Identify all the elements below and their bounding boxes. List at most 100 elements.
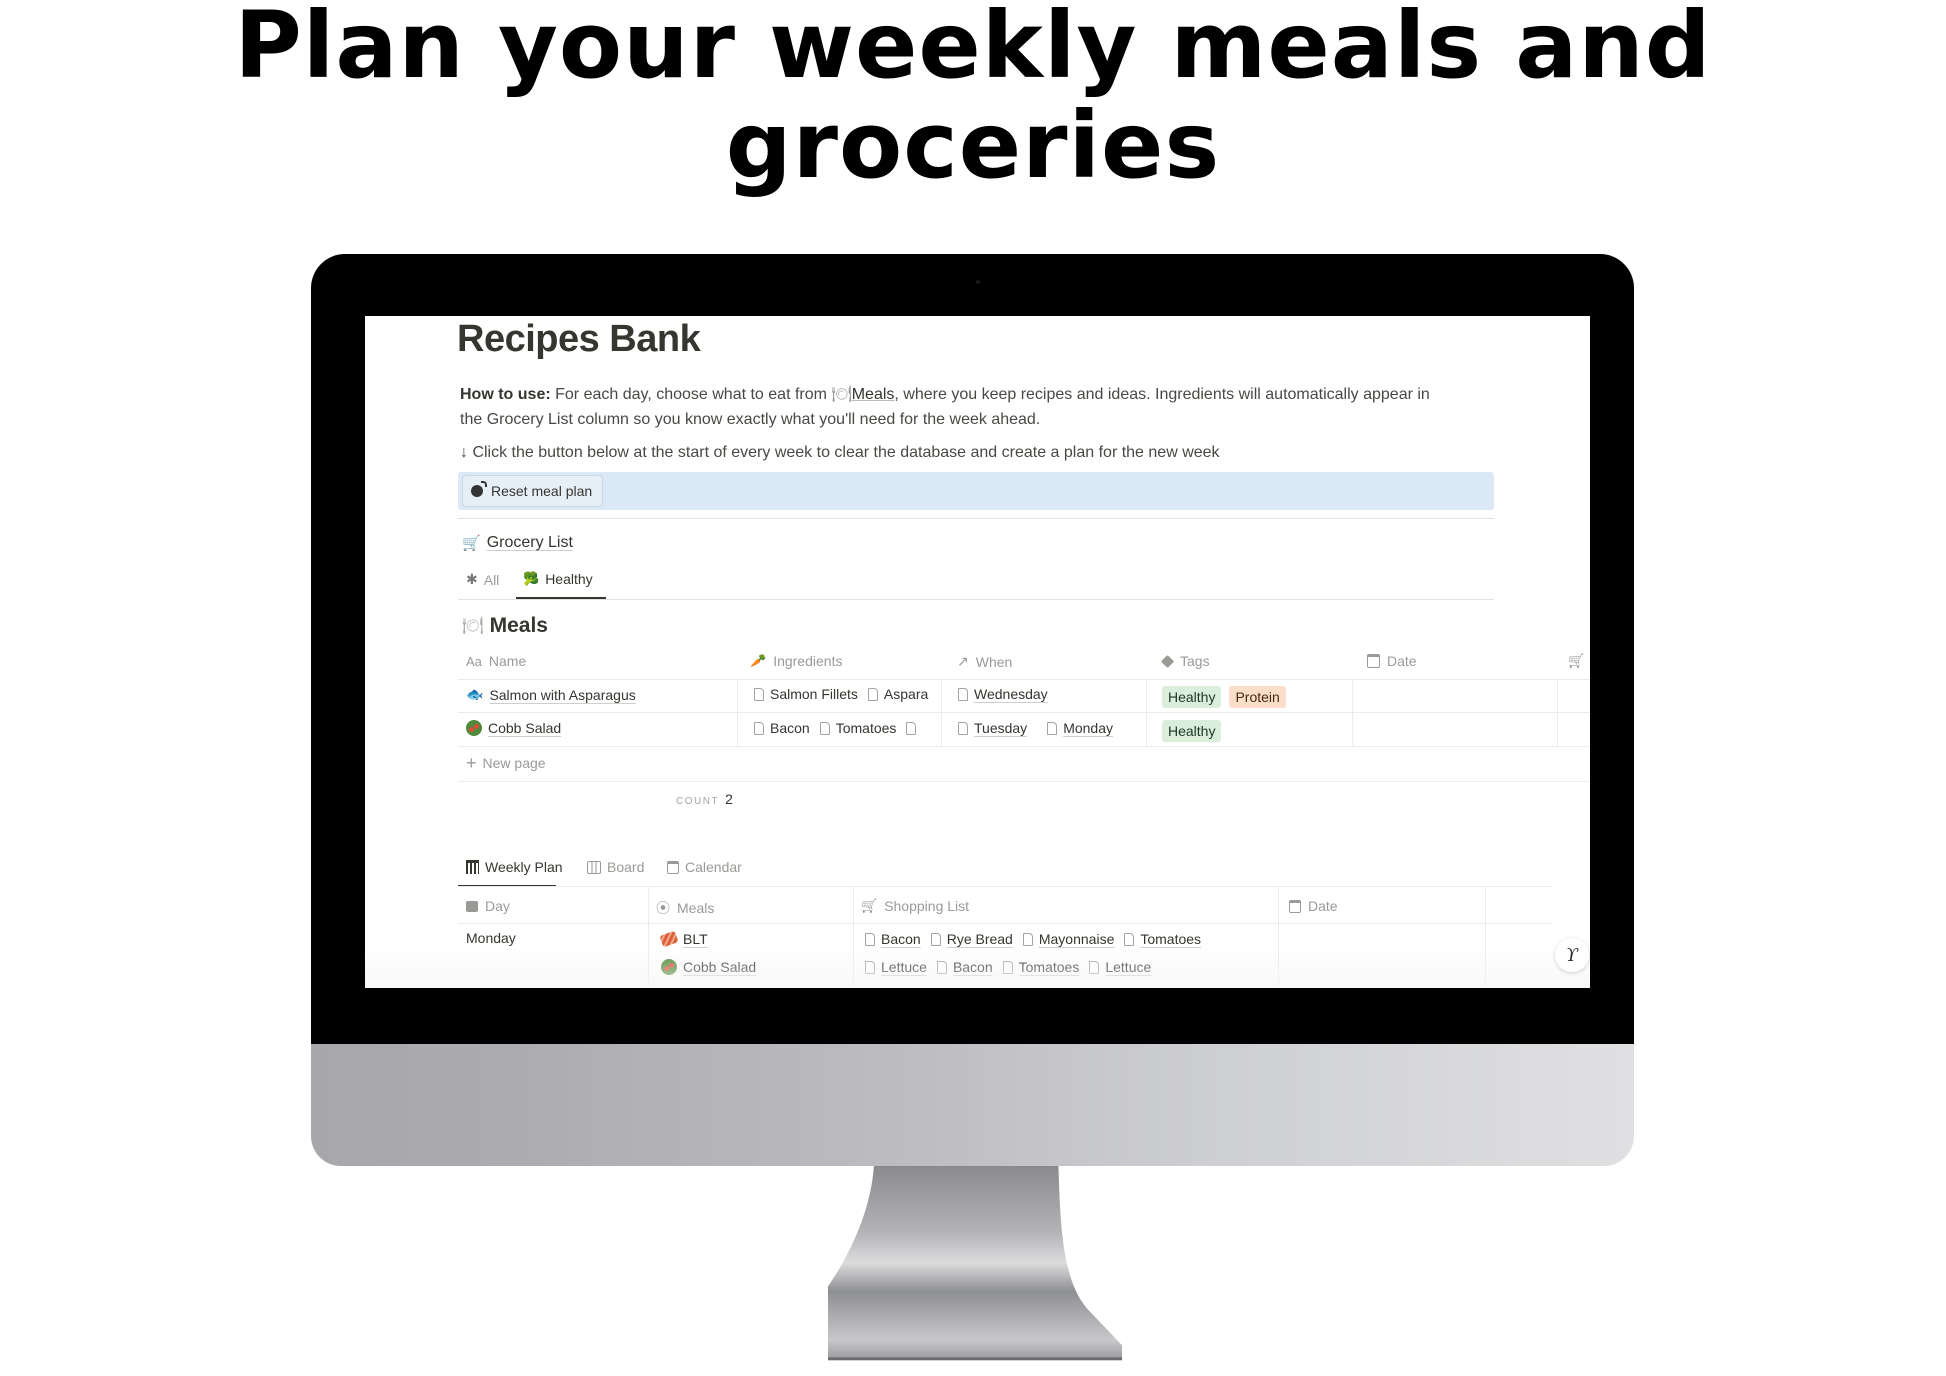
column-header-ingredients-label: Ingredients	[773, 653, 843, 669]
ingredient-link[interactable]: Tomatoes	[836, 720, 897, 736]
row-divider	[458, 923, 1552, 924]
divider	[458, 886, 1552, 887]
column-header-date-label: Date	[1387, 653, 1417, 669]
column-header-meals[interactable]: ⦿ Meals	[656, 898, 714, 918]
view-tab-label: Board	[607, 859, 645, 875]
when-cell[interactable]: Wednesday	[958, 686, 1048, 702]
ingredients-cell[interactable]: Salmon Fillets Aspara	[754, 686, 939, 702]
plus-icon: +	[466, 753, 477, 773]
tab-all[interactable]: ✱ All	[466, 571, 499, 588]
cart-icon: 🛒	[462, 535, 481, 552]
when-link[interactable]: Wednesday	[974, 686, 1048, 702]
meals-link[interactable]: Meals	[852, 386, 895, 403]
text-type-icon: Aa	[466, 653, 482, 669]
reset-meal-plan-button[interactable]: Reset meal plan	[462, 475, 604, 507]
ingredient-link[interactable]: Salmon Fillets	[770, 686, 858, 702]
table-row-name[interactable]: Cobb Salad	[466, 720, 561, 736]
page-icon	[865, 932, 875, 946]
column-header-cart[interactable]: 🛒	[1568, 653, 1584, 669]
tag-protein: Protein	[1229, 686, 1286, 708]
column-header-weekly-date[interactable]: Date	[1289, 898, 1338, 914]
when-cell[interactable]: Tuesday Monday	[958, 720, 1113, 736]
page-icon	[819, 721, 830, 735]
grocery-list-link[interactable]: 🛒 Grocery List	[462, 534, 573, 552]
row-divider	[458, 679, 1590, 680]
bomb-icon	[471, 481, 487, 497]
column-header-ingredients[interactable]: 🥕 Ingredients	[750, 653, 842, 669]
shopping-item-link[interactable]: Lettuce	[1105, 959, 1151, 975]
page-icon	[865, 960, 875, 974]
column-divider	[1352, 679, 1353, 746]
ingredient-link[interactable]: Aspara	[884, 686, 928, 702]
column-header-day[interactable]: Day	[466, 898, 510, 914]
relation-arrow-icon: ↗	[957, 653, 969, 669]
carrot-icon: 🥕	[750, 653, 767, 668]
page-icon	[754, 721, 764, 735]
column-header-name[interactable]: Aa Name	[466, 653, 526, 669]
meals-db-title[interactable]: 🍽 Meals	[462, 614, 548, 638]
grocery-list-label: Grocery List	[486, 534, 573, 551]
shopping-item-link[interactable]: Mayonnaise	[1039, 931, 1115, 947]
row-divider	[458, 712, 1590, 713]
meal-link[interactable]: Cobb Salad	[661, 959, 756, 975]
screen: Recipes Bank How to use: For each day, c…	[365, 316, 1590, 988]
how-to-use-text-2: , where you keep recipes and ideas. Ingr…	[894, 386, 1430, 403]
shopping-list-line[interactable]: Bacon Rye Bread Mayonnaise Tomatoes	[865, 931, 1201, 947]
count-summary[interactable]: COUNT 2	[676, 791, 733, 807]
ingredients-cell[interactable]: Bacon Tomatoes	[754, 720, 939, 736]
page-icon	[1022, 932, 1033, 946]
board-icon	[587, 860, 601, 874]
column-header-shopping-list[interactable]: 🛒 Shopping List	[861, 898, 969, 914]
new-page-button[interactable]: + New page	[466, 753, 546, 773]
column-divider	[648, 887, 649, 988]
meal-link[interactable]: BLT	[659, 930, 708, 948]
shopping-item-link[interactable]: Bacon	[953, 959, 993, 975]
cart-icon: 🛒	[861, 898, 878, 913]
view-tab-weekly-plan[interactable]: Weekly Plan	[466, 859, 563, 875]
column-header-when[interactable]: ↗ When	[957, 653, 1012, 670]
when-link[interactable]: Monday	[1063, 720, 1113, 736]
view-tab-calendar[interactable]: Calendar	[667, 859, 742, 875]
page-title: Recipes Bank	[457, 318, 701, 360]
day-cell[interactable]: Monday	[466, 930, 516, 946]
tags-cell[interactable]: Healthy Protein	[1162, 686, 1286, 708]
row-divider	[458, 781, 1590, 782]
calendar-icon	[667, 860, 679, 874]
cart-icon: 🛒	[1568, 653, 1585, 668]
when-link[interactable]: Tuesday	[974, 720, 1027, 736]
shopping-item-link[interactable]: Rye Bread	[947, 931, 1013, 947]
bacon-icon	[659, 930, 679, 948]
table-row-name[interactable]: 🐟 Salmon with Asparagus	[466, 686, 636, 703]
page-icon	[930, 932, 941, 946]
new-page-label: New page	[482, 755, 546, 771]
calendar-icon	[1367, 654, 1380, 668]
column-header-date[interactable]: Date	[1367, 653, 1417, 669]
help-button[interactable]: ϒ	[1555, 938, 1589, 972]
ingredient-link[interactable]: Bacon	[770, 720, 810, 736]
how-to-use-paragraph: How to use: For each day, choose what to…	[460, 384, 1430, 406]
calendar-page-icon	[466, 900, 478, 912]
count-value: 2	[725, 791, 733, 807]
tab-healthy[interactable]: 🥦 Healthy	[523, 571, 593, 587]
column-header-tags[interactable]: Tags	[1160, 653, 1210, 669]
asterisk-icon: ✱	[466, 571, 478, 587]
page-icon	[754, 687, 764, 701]
page-icon	[958, 721, 968, 735]
column-divider	[1485, 887, 1486, 988]
view-tab-label: Weekly Plan	[485, 859, 563, 875]
page-icon	[1047, 721, 1058, 735]
tag-icon	[1160, 654, 1175, 668]
shopping-item-link[interactable]: Lettuce	[881, 959, 927, 975]
shopping-item-link[interactable]: Tomatoes	[1019, 959, 1080, 975]
calendar-grid-icon	[466, 860, 479, 874]
view-tab-board[interactable]: Board	[587, 859, 644, 875]
tags-cell[interactable]: Healthy	[1162, 720, 1222, 742]
column-divider	[1557, 679, 1558, 746]
shopping-item-link[interactable]: Tomatoes	[1140, 931, 1201, 947]
row-name-label: Cobb Salad	[488, 720, 562, 736]
row-divider	[458, 746, 1590, 747]
shopping-item-link[interactable]: Bacon	[881, 931, 921, 947]
help-face-icon: ϒ	[1565, 944, 1579, 966]
shopping-list-line[interactable]: Lettuce Bacon Tomatoes Lettuce	[865, 959, 1151, 975]
page-icon	[906, 721, 917, 735]
